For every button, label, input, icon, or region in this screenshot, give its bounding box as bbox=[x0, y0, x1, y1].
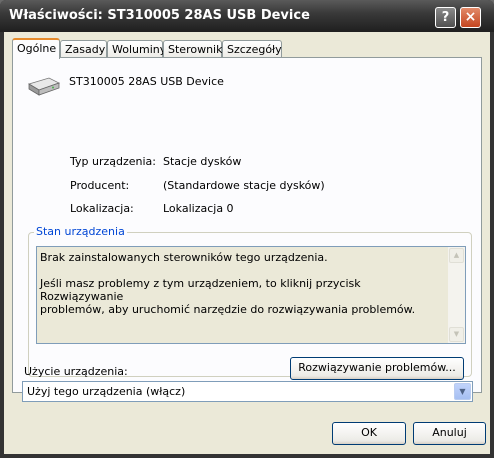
tab-driver[interactable]: Sterownik bbox=[163, 40, 222, 58]
scroll-up-icon[interactable]: ▲ bbox=[449, 248, 464, 263]
device-type-value: Stacje dysków bbox=[163, 155, 242, 168]
help-icon: ? bbox=[441, 10, 450, 25]
title-bar[interactable]: Właściwości: ST310005 28AS USB Device ? … bbox=[0, 0, 494, 32]
manufacturer-label: Producent: bbox=[70, 179, 130, 192]
device-status-label: Stan urządzenia bbox=[34, 225, 127, 238]
window-title: Właściwości: ST310005 28AS USB Device bbox=[9, 8, 310, 23]
device-type-label: Typ urządzenia: bbox=[70, 155, 157, 168]
properties-window: Właściwości: ST310005 28AS USB Device ? … bbox=[0, 0, 494, 458]
tab-volumes[interactable]: Woluminy bbox=[107, 40, 166, 58]
ok-button[interactable]: OK bbox=[332, 422, 406, 445]
scroll-down-icon[interactable]: ▼ bbox=[449, 327, 464, 342]
device-usage-select[interactable]: Użyj tego urządzenia (włącz) ▼ bbox=[22, 381, 473, 402]
device-usage-label: Użycie urządzenia: bbox=[24, 365, 128, 378]
location-label: Lokalizacja: bbox=[70, 202, 134, 215]
cancel-button[interactable]: Anuluj bbox=[413, 422, 486, 445]
hard-drive-icon bbox=[27, 75, 61, 107]
close-icon: × bbox=[464, 9, 477, 25]
tab-panel-general: ST310005 28AS USB Device Typ urządzenia:… bbox=[12, 57, 482, 393]
chevron-down-icon[interactable]: ▼ bbox=[454, 383, 471, 400]
tab-general[interactable]: Ogólne bbox=[12, 38, 60, 59]
tab-details[interactable]: Szczegóły bbox=[222, 40, 282, 58]
location-value: Lokalizacja 0 bbox=[163, 202, 234, 215]
close-button[interactable]: × bbox=[460, 7, 481, 28]
status-scrollbar[interactable]: ▲ ▼ bbox=[448, 247, 465, 343]
device-status-group: Stan urządzenia Brak zainstalowanych ste… bbox=[28, 225, 472, 380]
dialog-client: Ogólne Zasady Woluminy Sterownik Szczegó… bbox=[4, 32, 490, 454]
manufacturer-value: (Standardowe stacje dysków) bbox=[163, 179, 325, 192]
troubleshoot-button[interactable]: Rozwiązywanie problemów... bbox=[290, 357, 464, 380]
device-usage-value: Użyj tego urządzenia (włącz) bbox=[27, 385, 186, 398]
help-button[interactable]: ? bbox=[435, 7, 456, 28]
tab-policies[interactable]: Zasady bbox=[60, 40, 107, 58]
device-name: ST310005 28AS USB Device bbox=[69, 75, 224, 88]
device-status-textbox[interactable]: Brak zainstalowanych sterowników tego ur… bbox=[36, 246, 466, 344]
device-status-text: Brak zainstalowanych sterowników tego ur… bbox=[40, 251, 416, 316]
